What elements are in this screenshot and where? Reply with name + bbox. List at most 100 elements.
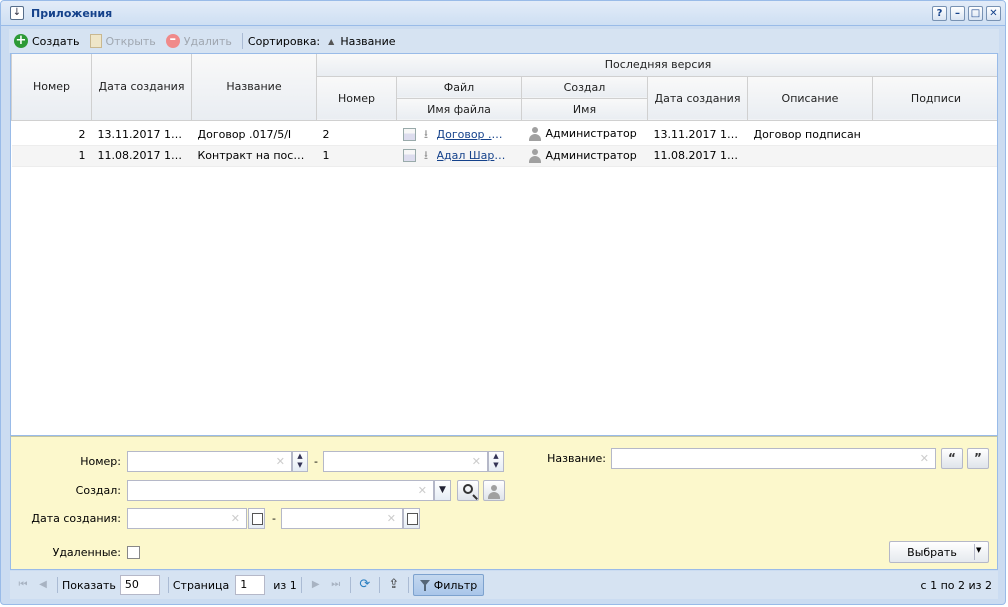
number-filter-label: Номер: bbox=[80, 455, 121, 468]
close-button[interactable]: ✕ bbox=[986, 6, 1001, 21]
create-button[interactable]: + Создать bbox=[9, 31, 85, 51]
first-page-icon[interactable]: ⏮ bbox=[16, 578, 30, 592]
deleted-checkbox[interactable] bbox=[127, 546, 140, 559]
clear-icon[interactable]: ✕ bbox=[231, 512, 240, 525]
cell-version-created: 11.08.2017 13:56 bbox=[647, 145, 748, 167]
help-button[interactable]: ? bbox=[932, 6, 947, 21]
cell-number: 2 bbox=[11, 124, 92, 146]
toolbar: + Создать Открыть – Удалить Сортировка: … bbox=[9, 29, 999, 53]
cell-name: Контракт на поставку bbox=[191, 145, 317, 167]
column-header-signatures[interactable]: Подписи bbox=[872, 76, 997, 121]
cell-signatures bbox=[872, 124, 997, 146]
calendar-icon[interactable] bbox=[248, 508, 265, 529]
split-divider bbox=[974, 544, 975, 560]
paging-separator bbox=[57, 577, 58, 593]
save-icon[interactable] bbox=[402, 127, 416, 141]
spin-down-icon[interactable]: ▼ bbox=[293, 461, 307, 470]
open-button[interactable]: Открыть bbox=[85, 31, 161, 51]
download-icon[interactable]: ⭳ bbox=[420, 149, 433, 162]
select-button-label: Выбрать bbox=[907, 546, 957, 559]
table-row[interactable]: 1 11.08.2017 13:56 Контракт на поставку … bbox=[11, 145, 997, 167]
prev-page-icon[interactable]: ◀ bbox=[36, 578, 50, 592]
cell-creator: Администратор bbox=[521, 145, 648, 167]
name-filter-label: Название: bbox=[547, 452, 606, 465]
paging-toolbar: ⏮ ◀ Показать 50 Страница 1 из 1 ▶ ⏭ ⟳ ⇪ … bbox=[10, 571, 998, 599]
minimize-button[interactable]: – bbox=[950, 6, 965, 21]
number-from-spinner[interactable]: ▲ ▼ bbox=[292, 451, 308, 472]
paging-separator bbox=[300, 577, 302, 593]
number-range-dash: - bbox=[314, 455, 318, 468]
search-icon bbox=[463, 484, 473, 494]
spin-down-icon[interactable]: ▼ bbox=[489, 461, 503, 470]
column-group-created-by: Создал bbox=[521, 76, 648, 99]
quote-close-button[interactable]: ” bbox=[967, 448, 989, 469]
column-header-file-name[interactable]: Имя файла bbox=[396, 98, 522, 121]
column-header-version-created[interactable]: Дата создания bbox=[647, 76, 748, 121]
column-header-creator-name[interactable]: Имя bbox=[521, 98, 648, 121]
minus-icon: – bbox=[165, 33, 180, 48]
spin-up-icon[interactable]: ▲ bbox=[489, 452, 503, 461]
creator-name: Администратор bbox=[545, 148, 637, 162]
filter-toggle-button[interactable]: Фильтр bbox=[412, 574, 485, 596]
chevron-down-icon[interactable]: ▼ bbox=[434, 480, 451, 501]
clear-icon[interactable]: ✕ bbox=[387, 512, 396, 525]
created-from-input[interactable]: ✕ bbox=[127, 508, 247, 529]
creator-name: Администратор bbox=[545, 127, 637, 141]
date-range-dash: - bbox=[272, 512, 276, 525]
page-input[interactable]: 1 bbox=[235, 575, 266, 595]
select-user-button[interactable] bbox=[483, 480, 505, 501]
file-link[interactable]: Адал Шартнома bbox=[437, 149, 507, 162]
window-titlebar: ↓ Приложения ? – □ ✕ bbox=[1, 1, 1005, 26]
delete-label: Удалить bbox=[183, 34, 232, 48]
name-filter-input[interactable]: ✕ bbox=[611, 448, 936, 469]
select-button[interactable]: Выбрать ▼ bbox=[889, 541, 989, 563]
column-header-number[interactable]: Номер bbox=[11, 54, 92, 121]
file-link[interactable]: Договор .017/5/I bbox=[437, 128, 507, 141]
cell-created: 11.08.2017 13:56 bbox=[91, 145, 192, 167]
cell-version-number: 1 bbox=[316, 145, 397, 167]
refresh-icon[interactable]: ⟳ bbox=[358, 578, 372, 592]
column-header-version-number[interactable]: Номер bbox=[316, 76, 397, 121]
page-count: из 1 bbox=[273, 578, 297, 592]
clear-icon[interactable]: ✕ bbox=[276, 455, 285, 468]
created-date-filter-label: Дата создания: bbox=[31, 512, 121, 525]
next-page-icon[interactable]: ▶ bbox=[309, 578, 323, 592]
sort-label: Сортировка: bbox=[247, 34, 321, 48]
open-label: Открыть bbox=[105, 34, 156, 48]
attachments-window: ↓ Приложения ? – □ ✕ + Создать Открыть –… bbox=[0, 0, 1006, 605]
page-size-input[interactable]: 50 bbox=[119, 575, 160, 595]
column-header-description[interactable]: Описание bbox=[747, 76, 873, 121]
created-to-input[interactable]: ✕ bbox=[281, 508, 403, 529]
calendar-icon[interactable] bbox=[403, 508, 420, 529]
window-title: Приложения bbox=[31, 7, 113, 20]
plus-icon: + bbox=[14, 33, 28, 48]
sort-ascending-icon[interactable]: ▲ bbox=[328, 37, 334, 46]
column-header-name[interactable]: Название bbox=[191, 54, 317, 121]
clear-icon[interactable]: ✕ bbox=[418, 484, 427, 497]
paging-summary: с 1 по 2 из 2 bbox=[920, 578, 992, 592]
clear-icon[interactable]: ✕ bbox=[472, 455, 481, 468]
download-icon[interactable]: ⭳ bbox=[420, 128, 433, 141]
column-header-created[interactable]: Дата создания bbox=[91, 54, 192, 121]
spin-up-icon[interactable]: ▲ bbox=[293, 452, 307, 461]
created-by-input[interactable]: ✕ bbox=[127, 480, 434, 501]
cell-version-created: 13.11.2017 10:13 bbox=[647, 124, 748, 146]
maximize-button[interactable]: □ bbox=[968, 6, 983, 21]
number-to-spinner[interactable]: ▲ ▼ bbox=[488, 451, 504, 472]
window-icon: ↓ bbox=[10, 6, 24, 20]
quote-open-button[interactable]: “ bbox=[941, 448, 963, 469]
search-user-button[interactable] bbox=[457, 480, 479, 501]
table-row[interactable]: 2 13.11.2017 10:12 Договор .017/5/I 2 ⭳ … bbox=[11, 124, 997, 146]
delete-button[interactable]: – Удалить bbox=[161, 31, 237, 51]
last-page-icon[interactable]: ⏭ bbox=[329, 578, 343, 592]
window-controls: ? – □ ✕ bbox=[932, 6, 1001, 21]
export-icon[interactable]: ⇪ bbox=[387, 578, 401, 592]
number-from-input[interactable]: ✕ bbox=[127, 451, 292, 472]
sort-field-button[interactable]: Название bbox=[340, 35, 395, 48]
save-icon[interactable] bbox=[402, 149, 416, 162]
paging-separator bbox=[378, 577, 380, 593]
number-to-input[interactable]: ✕ bbox=[323, 451, 488, 472]
chevron-down-icon[interactable]: ▼ bbox=[976, 546, 981, 554]
clear-icon[interactable]: ✕ bbox=[920, 452, 929, 465]
funnel-icon bbox=[419, 579, 430, 591]
